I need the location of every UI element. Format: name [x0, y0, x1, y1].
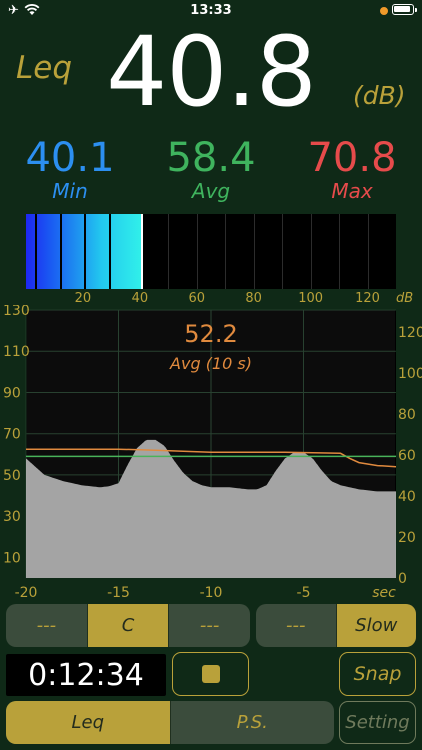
x-axis-tick-label: -10 [200, 585, 223, 601]
meter-grid-line [225, 214, 227, 289]
left-axis-tick-label: 70 [3, 427, 21, 443]
left-axis-tick-label: 130 [3, 305, 30, 319]
left-axis-tick-label: 10 [3, 550, 21, 566]
level-meter-fill [26, 214, 144, 289]
meter-grid-line [253, 214, 255, 289]
meter-grid-line [339, 214, 341, 289]
stop-icon [201, 665, 220, 683]
meter-grid-line [196, 214, 198, 289]
mode-label: Leq [16, 50, 73, 86]
right-axis-tick-label: 60 [398, 448, 416, 464]
recording-dot-icon [380, 7, 388, 15]
min-value: 40.1 [25, 135, 115, 181]
meter-tick-label: 80 [245, 291, 262, 306]
meter-grid-line [168, 214, 170, 289]
weighting-option-z[interactable]: --- [169, 604, 250, 647]
x-axis-tick-label: -20 [15, 585, 38, 601]
x-axis-unit-label: sec [372, 585, 396, 601]
unit-label: (dB) [353, 81, 406, 110]
speed-option-fast[interactable]: --- [256, 604, 336, 647]
stop-button[interactable] [172, 652, 249, 696]
meter-peak-edge [141, 214, 144, 289]
meter-segment-line [60, 214, 62, 289]
right-axis-tick-label: 40 [398, 489, 416, 505]
right-axis-tick-label: 20 [398, 530, 416, 546]
max-value: 70.8 [307, 135, 397, 181]
display-mode-control[interactable]: Leq P.S. [6, 701, 334, 744]
meter-tick-label: 20 [74, 291, 92, 306]
right-axis-tick-label: 80 [398, 407, 416, 423]
meter-segment-line [35, 214, 37, 289]
meter-grid-line [310, 214, 312, 289]
speed-option-slow[interactable]: Slow [336, 604, 416, 647]
avg-value: 58.4 [166, 135, 256, 181]
meter-grid-line [282, 214, 284, 289]
left-axis-tick-label: 50 [3, 468, 21, 484]
max-label: Max [331, 179, 373, 203]
meter-tick-label: 120 [355, 291, 380, 306]
response-speed-control[interactable]: --- Slow [256, 604, 416, 647]
battery-icon [392, 4, 417, 15]
meter-unit-label: dB [396, 291, 414, 306]
main-level-value: 40.8 [106, 16, 317, 128]
meter-grid-line [367, 214, 369, 289]
meter-segment-line [109, 214, 111, 289]
left-axis-tick-label: 90 [3, 385, 21, 401]
meter-segment-line [84, 214, 86, 289]
mode-option-ps[interactable]: P.S. [171, 701, 335, 744]
meter-tick-label: 60 [188, 291, 206, 306]
left-axis-tick-label: 30 [3, 509, 21, 525]
x-axis-tick-label: -15 [107, 585, 130, 601]
history-chart-svg: 130 110 90 70 50 30 10 120 100 80 60 40 20 0 -20 -15 -10… [3, 303, 422, 601]
min-label: Min [52, 179, 88, 203]
history-chart: 130 110 90 70 50 30 10 120 100 80 60 40 20 0 -20 -15 -10… [0, 303, 422, 605]
x-axis-tick-label: -5 [297, 585, 311, 601]
mode-option-leq[interactable]: Leq [6, 701, 170, 744]
avg-readout-value: 52.2 [184, 320, 237, 348]
meter-tick-label: 40 [131, 291, 149, 306]
weighting-control[interactable]: --- C --- [6, 604, 250, 647]
snap-button[interactable]: Snap [339, 652, 416, 696]
meter-tick-label: 100 [298, 291, 324, 306]
level-meter [26, 214, 396, 289]
weighting-option-a[interactable]: --- [6, 604, 87, 647]
avg-label: Avg [191, 179, 231, 203]
right-axis-tick-label: 100 [398, 366, 422, 382]
right-axis-tick-label: 120 [398, 325, 422, 341]
left-axis-tick-label: 110 [3, 344, 30, 360]
elapsed-timer: 0:12:34 [6, 654, 166, 696]
weighting-option-c[interactable]: C [87, 604, 169, 647]
avg-readout-label: Avg (10 s) [169, 354, 252, 373]
setting-button[interactable]: Setting [339, 701, 416, 744]
right-axis-tick-label: 0 [398, 571, 407, 587]
